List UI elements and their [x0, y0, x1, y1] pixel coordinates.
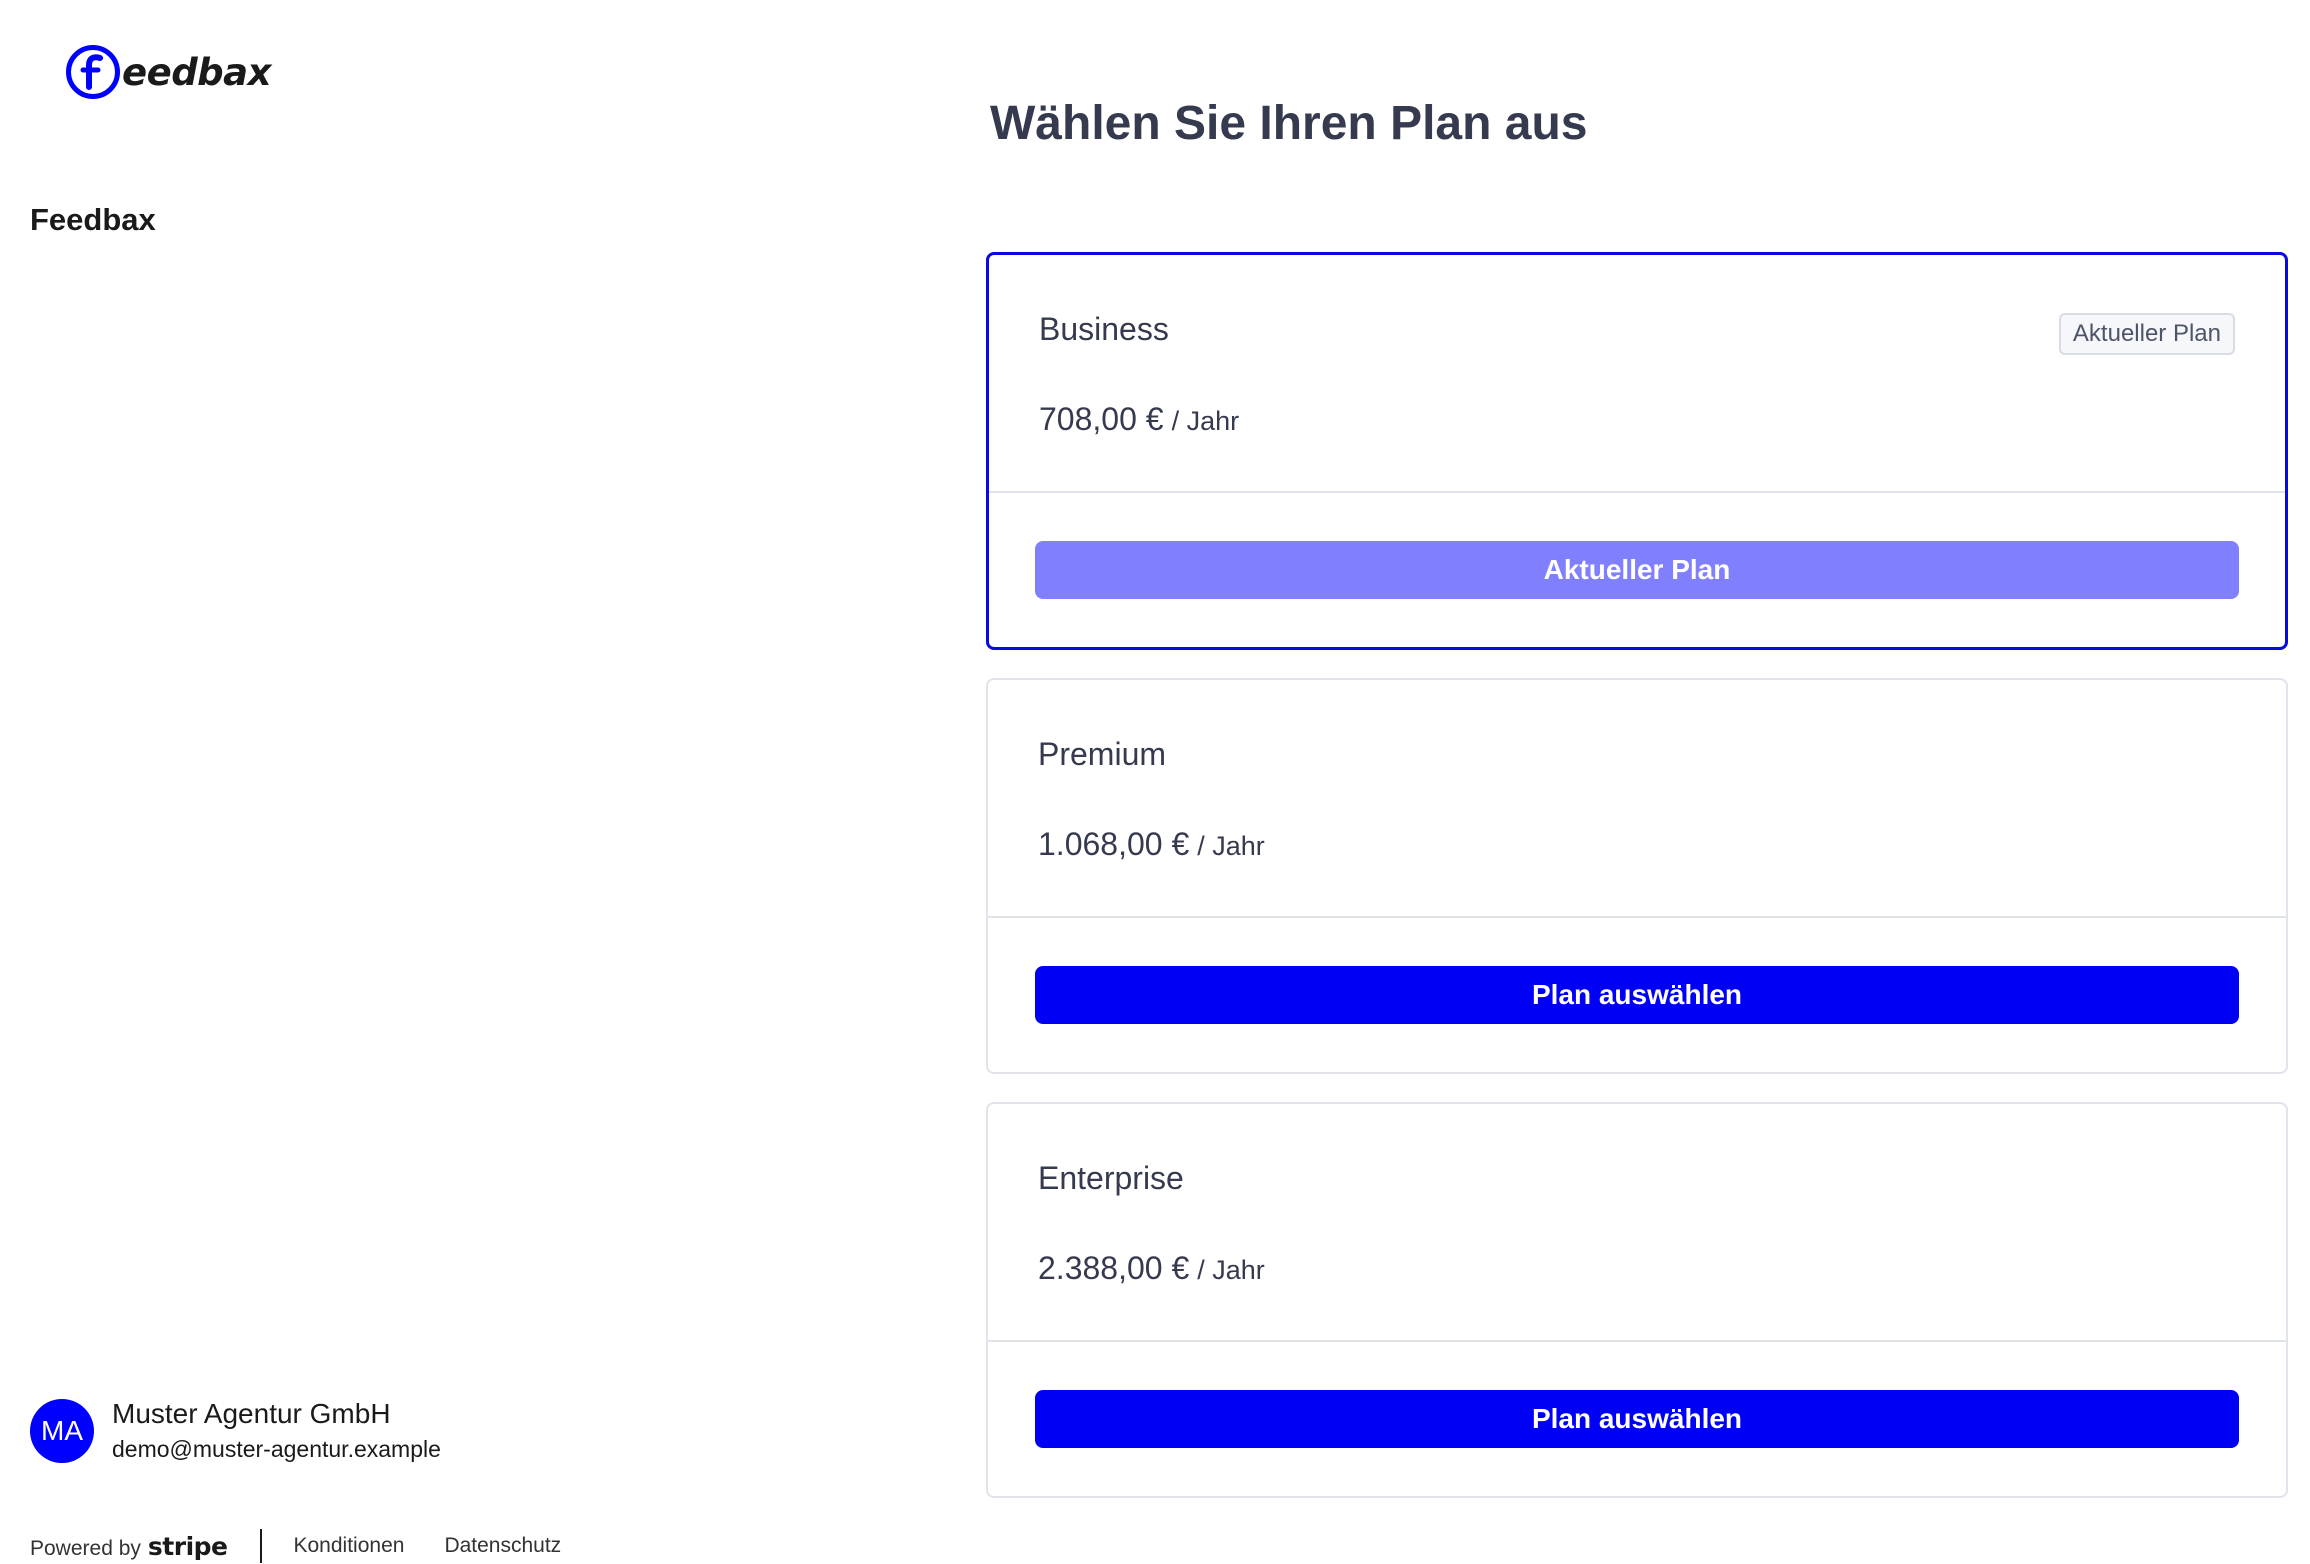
plan-name: Enterprise: [1038, 1160, 1184, 1196]
plan-name: Business: [1039, 311, 1169, 347]
footer: Powered by stripe Konditionen Datenschut…: [30, 1528, 601, 1564]
stripe-logo-icon: stripe: [147, 1531, 228, 1561]
plan-list: Business Aktueller Plan 708,00 € / Jahr …: [986, 252, 2292, 1526]
company-name: Feedbax: [30, 202, 156, 237]
sidebar: eedbax Feedbax MA Muster Agentur GmbH de…: [0, 0, 960, 1563]
plan-price: 1.068,00 €: [1038, 826, 1190, 862]
plan-card-business: Business Aktueller Plan 708,00 € / Jahr …: [986, 252, 2288, 650]
plan-actions: Plan auswählen: [988, 918, 2286, 1072]
plan-header: Enterprise 2.388,00 € / Jahr: [988, 1104, 2286, 1342]
feedbax-logo-mark-icon: [66, 45, 120, 99]
plan-price-row: 2.388,00 € / Jahr: [1038, 1250, 1265, 1287]
plan-price: 2.388,00 €: [1038, 1250, 1190, 1286]
feedbax-logo[interactable]: eedbax: [66, 44, 272, 100]
current-plan-badge: Aktueller Plan: [2058, 313, 2235, 355]
plan-actions: Plan auswählen: [988, 1342, 2286, 1496]
plan-period: / Jahr: [1197, 1255, 1265, 1285]
logo-wordmark: eedbax: [122, 50, 272, 94]
plan-card-premium: Premium 1.068,00 € / Jahr Plan auswählen: [986, 678, 2288, 1074]
plan-period: / Jahr: [1197, 831, 1265, 861]
select-premium-plan-button[interactable]: Plan auswählen: [1035, 966, 2239, 1024]
current-plan-button[interactable]: Aktueller Plan: [1035, 541, 2239, 599]
plan-card-enterprise: Enterprise 2.388,00 € / Jahr Plan auswäh…: [986, 1102, 2288, 1498]
plan-price: 708,00 €: [1039, 401, 1164, 437]
avatar: MA: [30, 1399, 94, 1463]
plan-header: Business Aktueller Plan 708,00 € / Jahr: [989, 255, 2285, 493]
plan-header: Premium 1.068,00 € / Jahr: [988, 680, 2286, 918]
plan-name: Premium: [1038, 736, 1167, 772]
page-title: Wählen Sie Ihren Plan aus: [990, 97, 1588, 150]
powered-by-stripe-link[interactable]: Powered by stripe: [30, 1532, 228, 1561]
select-enterprise-plan-button[interactable]: Plan auswählen: [1035, 1390, 2239, 1448]
plan-price-row: 708,00 € / Jahr: [1039, 401, 1239, 438]
account-name: Muster Agentur GmbH: [112, 1398, 391, 1429]
account-email: demo@muster-agentur.example: [112, 1436, 441, 1462]
plan-price-row: 1.068,00 € / Jahr: [1038, 826, 1265, 863]
plan-actions: Aktueller Plan: [989, 493, 2285, 647]
terms-link[interactable]: Konditionen: [294, 1534, 405, 1558]
plan-period: / Jahr: [1171, 406, 1240, 436]
powered-by-label: Powered by: [30, 1536, 141, 1560]
account-summary: MA Muster Agentur GmbH demo@muster-agent…: [30, 1396, 441, 1466]
account-info: Muster Agentur GmbH demo@muster-agentur.…: [112, 1396, 441, 1466]
footer-divider: [259, 1529, 262, 1563]
privacy-link[interactable]: Datenschutz: [444, 1534, 561, 1558]
